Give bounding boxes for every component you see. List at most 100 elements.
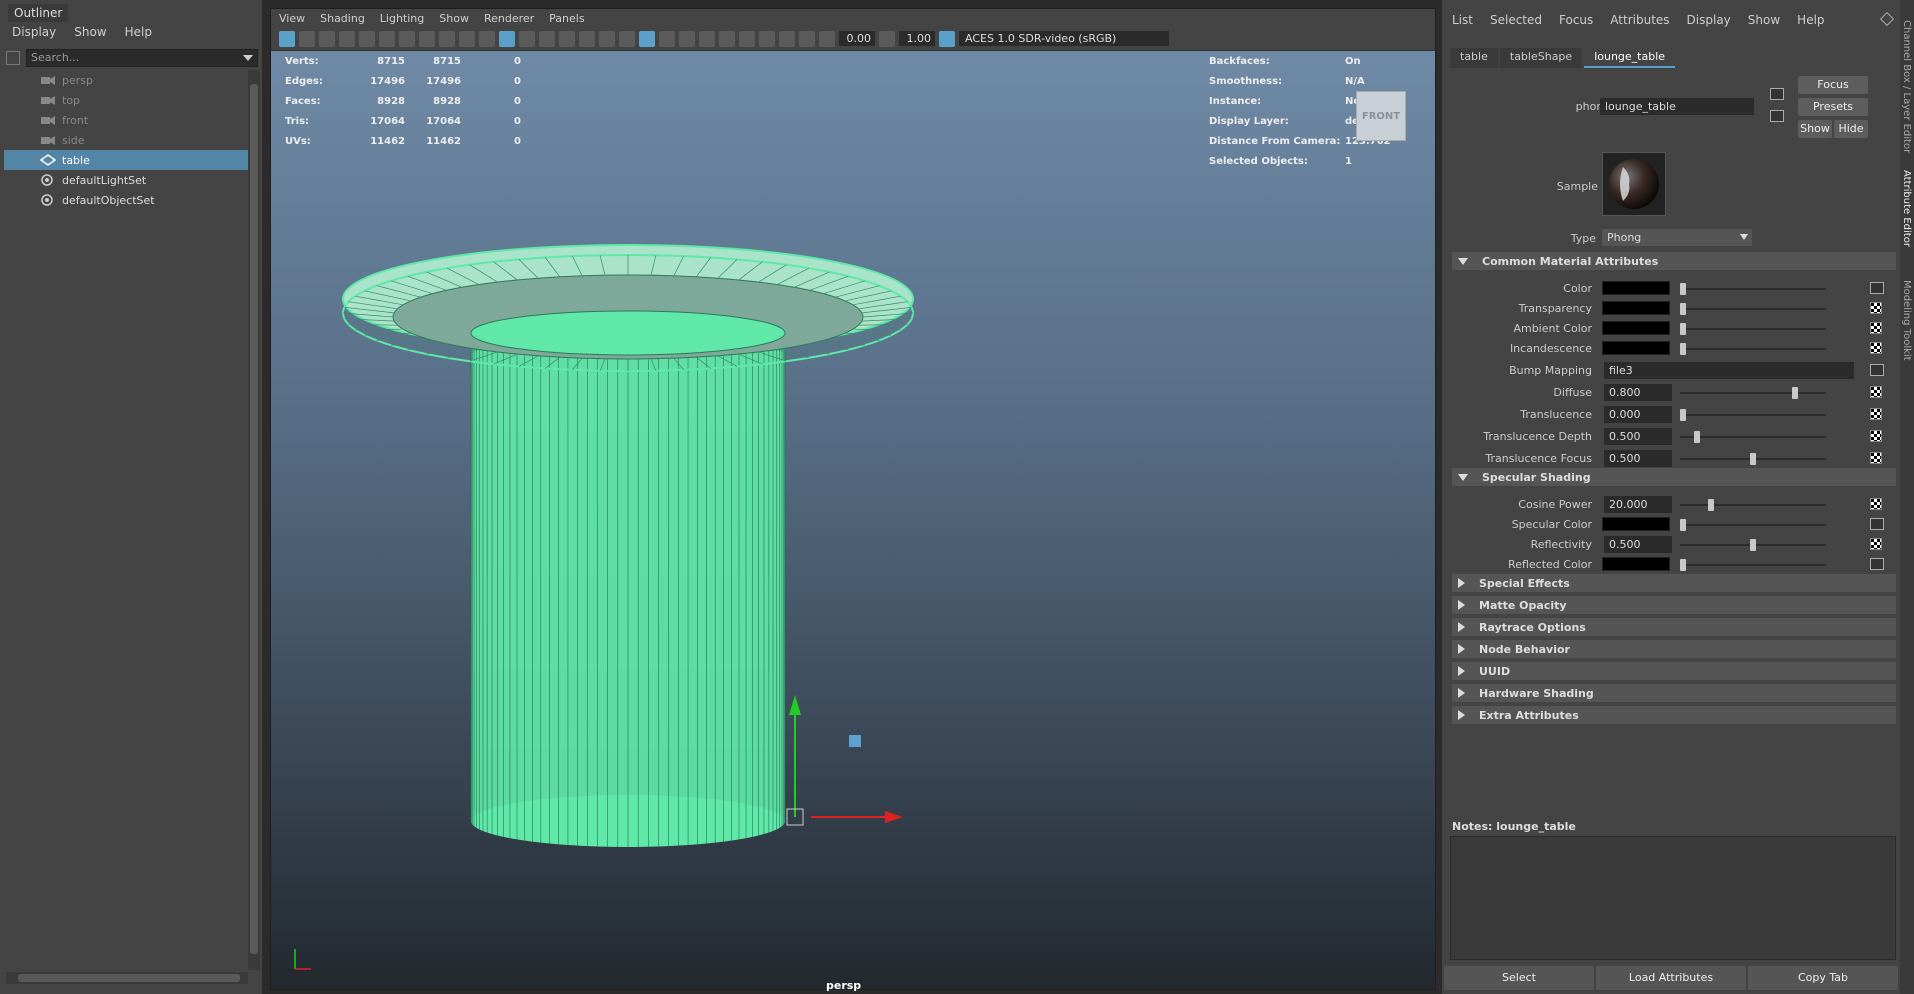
attr-slider[interactable]: [1680, 409, 1826, 421]
focus-button[interactable]: Focus: [1798, 76, 1868, 94]
section-collapsed[interactable]: Special Effects: [1452, 574, 1896, 592]
tree-item-persp[interactable]: persp: [4, 70, 248, 90]
default-material-icon[interactable]: [579, 30, 595, 47]
gamma-field[interactable]: 1.00: [899, 31, 935, 46]
anti-aliasing-icon[interactable]: [779, 30, 795, 47]
tab-attribute-editor[interactable]: Attribute Editor: [1901, 170, 1912, 247]
motion-blur-icon[interactable]: [759, 30, 775, 47]
bump-mapping-field[interactable]: file3: [1604, 362, 1854, 379]
section-collapsed[interactable]: Node Behavior: [1452, 640, 1896, 658]
section-collapsed[interactable]: Matte Opacity: [1452, 596, 1896, 614]
slider-knob[interactable]: [1750, 453, 1756, 465]
outliner-menu-show[interactable]: Show: [74, 25, 106, 39]
viewport-menu-show[interactable]: Show: [439, 12, 469, 25]
color-swatch[interactable]: [1602, 321, 1670, 335]
attr-slider[interactable]: [1680, 453, 1826, 465]
select-button[interactable]: Select: [1444, 966, 1594, 990]
xray-icon[interactable]: [599, 30, 615, 47]
viewport-menu-lighting[interactable]: Lighting: [380, 12, 424, 25]
map-button-icon[interactable]: [1870, 558, 1884, 570]
shaded-icon[interactable]: [639, 30, 655, 47]
map-button-icon[interactable]: [1870, 430, 1882, 442]
map-button-icon[interactable]: [1870, 322, 1882, 334]
map-button-icon[interactable]: [1870, 282, 1884, 294]
notes-textarea[interactable]: [1450, 836, 1896, 960]
copy-tab-button[interactable]: Copy Tab: [1748, 966, 1898, 990]
isolate-select-icon[interactable]: [699, 30, 715, 47]
show-button[interactable]: Show: [1798, 120, 1832, 138]
use-all-lights-icon[interactable]: [659, 30, 675, 47]
attr-value-field[interactable]: 0.500: [1604, 536, 1672, 553]
outliner-search-input[interactable]: Search...: [26, 49, 258, 67]
hide-button[interactable]: Hide: [1834, 120, 1868, 138]
slider-knob[interactable]: [1694, 431, 1700, 443]
filter-icon[interactable]: [6, 51, 20, 65]
load-attributes-button[interactable]: Load Attributes: [1596, 966, 1746, 990]
attr-slider[interactable]: [1680, 539, 1826, 551]
film-gate-icon[interactable]: [379, 30, 395, 47]
attr-value-field[interactable]: 0.500: [1604, 428, 1672, 445]
slider-knob[interactable]: [1680, 343, 1686, 355]
scrollbar-thumb[interactable]: [250, 84, 258, 954]
tree-item-top[interactable]: top: [4, 90, 248, 110]
attr-menu-list[interactable]: List: [1452, 13, 1473, 27]
presets-button[interactable]: Presets: [1798, 98, 1868, 116]
slider-knob[interactable]: [1680, 323, 1686, 335]
map-button-icon[interactable]: [1870, 452, 1882, 464]
safe-title-icon[interactable]: [479, 30, 495, 47]
attr-menu-selected[interactable]: Selected: [1490, 13, 1542, 27]
section-common-material[interactable]: Common Material Attributes: [1452, 252, 1896, 270]
map-button-icon[interactable]: [1870, 498, 1882, 510]
scene-model[interactable]: [271, 51, 1435, 989]
outliner-menu-help[interactable]: Help: [125, 25, 152, 39]
attr-slider[interactable]: [1680, 519, 1826, 531]
slider-knob[interactable]: [1680, 559, 1686, 571]
color-swatch[interactable]: [1602, 557, 1670, 571]
outliner-vertical-scrollbar[interactable]: [248, 70, 260, 970]
section-specular-shading[interactable]: Specular Shading: [1452, 468, 1896, 486]
viewport-canvas[interactable]: Verts: 8715 8715 0 Edges: 17496 17496 0 Faces: 89…: [271, 51, 1435, 992]
exposure-icon[interactable]: [819, 30, 835, 47]
attr-slider[interactable]: [1680, 283, 1826, 295]
section-collapsed[interactable]: Raytrace Options: [1452, 618, 1896, 636]
attr-slider[interactable]: [1680, 387, 1826, 399]
input-connection-icon[interactable]: [1770, 88, 1784, 100]
select-camera-icon[interactable]: [279, 30, 295, 47]
camera-attributes-icon[interactable]: [299, 30, 315, 47]
tree-item-front[interactable]: front: [4, 110, 248, 130]
attr-value-field[interactable]: 0.500: [1604, 450, 1672, 467]
attr-menu-focus[interactable]: Focus: [1559, 13, 1593, 27]
attr-value-field[interactable]: 0.000: [1604, 406, 1672, 423]
attr-menu-attributes[interactable]: Attributes: [1610, 13, 1669, 27]
type-select[interactable]: Phong: [1602, 229, 1752, 246]
attr-slider[interactable]: [1680, 499, 1826, 511]
image-plane-icon[interactable]: [339, 30, 355, 47]
map-button-icon[interactable]: [1870, 302, 1882, 314]
color-swatch[interactable]: [1602, 341, 1670, 355]
resolution-gate-icon[interactable]: [399, 30, 415, 47]
attr-slider[interactable]: [1680, 431, 1826, 443]
slider-knob[interactable]: [1750, 539, 1756, 551]
slider-knob[interactable]: [1708, 499, 1714, 511]
gate-mask-icon[interactable]: [419, 30, 435, 47]
tab-modeling-toolkit[interactable]: Modeling Toolkit: [1901, 280, 1912, 361]
safe-action-icon[interactable]: [459, 30, 475, 47]
tree-item-defaultlightset[interactable]: defaultLightSet: [4, 170, 248, 190]
attr-slider[interactable]: [1680, 343, 1826, 355]
screen-space-ao-icon[interactable]: [739, 30, 755, 47]
table-mesh[interactable]: [342, 244, 914, 847]
outliner-menu-display[interactable]: Display: [12, 25, 56, 39]
outliner-horizontal-scrollbar[interactable]: [6, 972, 248, 984]
map-button-icon[interactable]: [1870, 342, 1882, 354]
gamma-icon[interactable]: [879, 30, 895, 47]
depth-of-field-icon[interactable]: [799, 30, 815, 47]
section-collapsed[interactable]: UUID: [1452, 662, 1896, 680]
color-swatch[interactable]: [1602, 281, 1670, 295]
attr-slider[interactable]: [1680, 323, 1826, 335]
shadows-icon[interactable]: [679, 30, 695, 47]
node-name-field[interactable]: lounge_table: [1600, 98, 1754, 115]
viewport-menu-view[interactable]: View: [279, 12, 305, 25]
chevron-down-icon[interactable]: [243, 55, 253, 61]
move-manipulator[interactable]: [786, 695, 903, 826]
tree-item-side[interactable]: side: [4, 130, 248, 150]
